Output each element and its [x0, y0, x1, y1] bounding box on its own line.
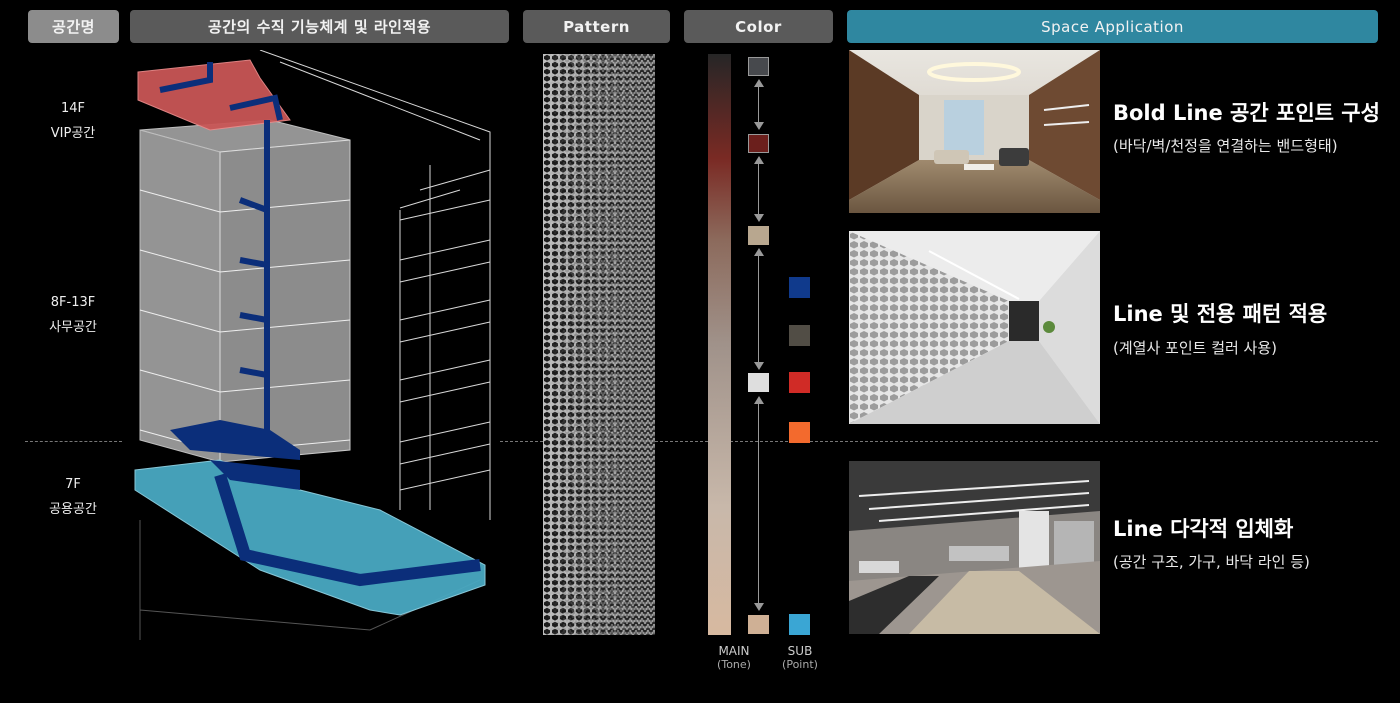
- floor-8f-13f: 8F-13F 사무공간: [18, 290, 128, 340]
- legend-main-label: MAIN: [718, 644, 750, 658]
- main-tone-gradient-bar: [708, 54, 731, 635]
- floor-number: 14F: [60, 101, 86, 116]
- main-swatch-dark-gray: [748, 57, 769, 76]
- floor-number: 7F: [65, 477, 81, 492]
- header-pattern: Pattern: [523, 10, 670, 43]
- arrow-line: [758, 162, 759, 216]
- floor-name: 공용공간: [49, 502, 97, 517]
- floor-name: VIP공간: [50, 126, 96, 141]
- arrow-up-icon: [754, 156, 764, 164]
- axonometric-building-diagram: [134, 50, 491, 640]
- photo-patterned-corridor: [849, 231, 1100, 424]
- arrow-line: [758, 86, 759, 124]
- arrow-down-icon: [754, 362, 764, 370]
- main-swatch-light-gray: [748, 373, 769, 392]
- main-swatch-tan: [748, 615, 769, 634]
- floor-number: 8F-13F: [50, 295, 96, 310]
- arrow-up-icon: [754, 79, 764, 87]
- header-color: Color: [684, 10, 833, 43]
- sub-swatch-olive-gray: [789, 325, 810, 346]
- floor-name: 사무공간: [49, 320, 97, 335]
- sub-swatch-red: [789, 372, 810, 393]
- main-swatch-beige: [748, 226, 769, 245]
- photo-vip-lounge: [849, 50, 1100, 213]
- sub-swatch-navy: [789, 277, 810, 298]
- arrow-down-icon: [754, 214, 764, 222]
- hexagon-pattern-swatch: [543, 54, 655, 635]
- header-space-application: Space Application: [847, 10, 1378, 43]
- arrow-up-icon: [754, 248, 764, 256]
- application-desc-3: (공간 구조, 가구, 바닥 라인 등): [1113, 553, 1310, 571]
- legend-sub-label: SUB: [787, 644, 813, 658]
- main-swatch-burgundy: [748, 134, 769, 153]
- sub-swatch-sky-blue: [789, 614, 810, 635]
- legend-sub: SUB (Point): [770, 644, 830, 671]
- legend-main: MAIN (Tone): [704, 644, 764, 671]
- header-space-name: 공간명: [28, 10, 119, 43]
- application-title-2: Line 및 전용 패턴 적용: [1113, 302, 1328, 326]
- application-title-1: Bold Line 공간 포인트 구성: [1113, 101, 1380, 125]
- application-title-3: Line 다각적 입체화: [1113, 517, 1294, 541]
- header-vertical-system: 공간의 수직 기능체계 및 라인적용: [130, 10, 509, 43]
- arrow-down-icon: [754, 122, 764, 130]
- photo-common-area: [849, 461, 1100, 634]
- floor-14f: 14F VIP공간: [18, 96, 128, 146]
- legend-main-sublabel: (Tone): [717, 658, 751, 671]
- floor-7f: 7F 공용공간: [18, 472, 128, 522]
- arrow-down-icon: [754, 603, 764, 611]
- floor-divider-left: [25, 441, 122, 442]
- application-desc-1: (바닥/벽/천정을 연결하는 밴드형태): [1113, 137, 1338, 155]
- application-desc-2: (계열사 포인트 컬러 사용): [1113, 339, 1278, 357]
- legend-sub-sublabel: (Point): [782, 658, 818, 671]
- arrow-up-icon: [754, 396, 764, 404]
- arrow-line: [758, 254, 759, 364]
- arrow-line: [758, 402, 759, 606]
- sub-swatch-orange: [789, 422, 810, 443]
